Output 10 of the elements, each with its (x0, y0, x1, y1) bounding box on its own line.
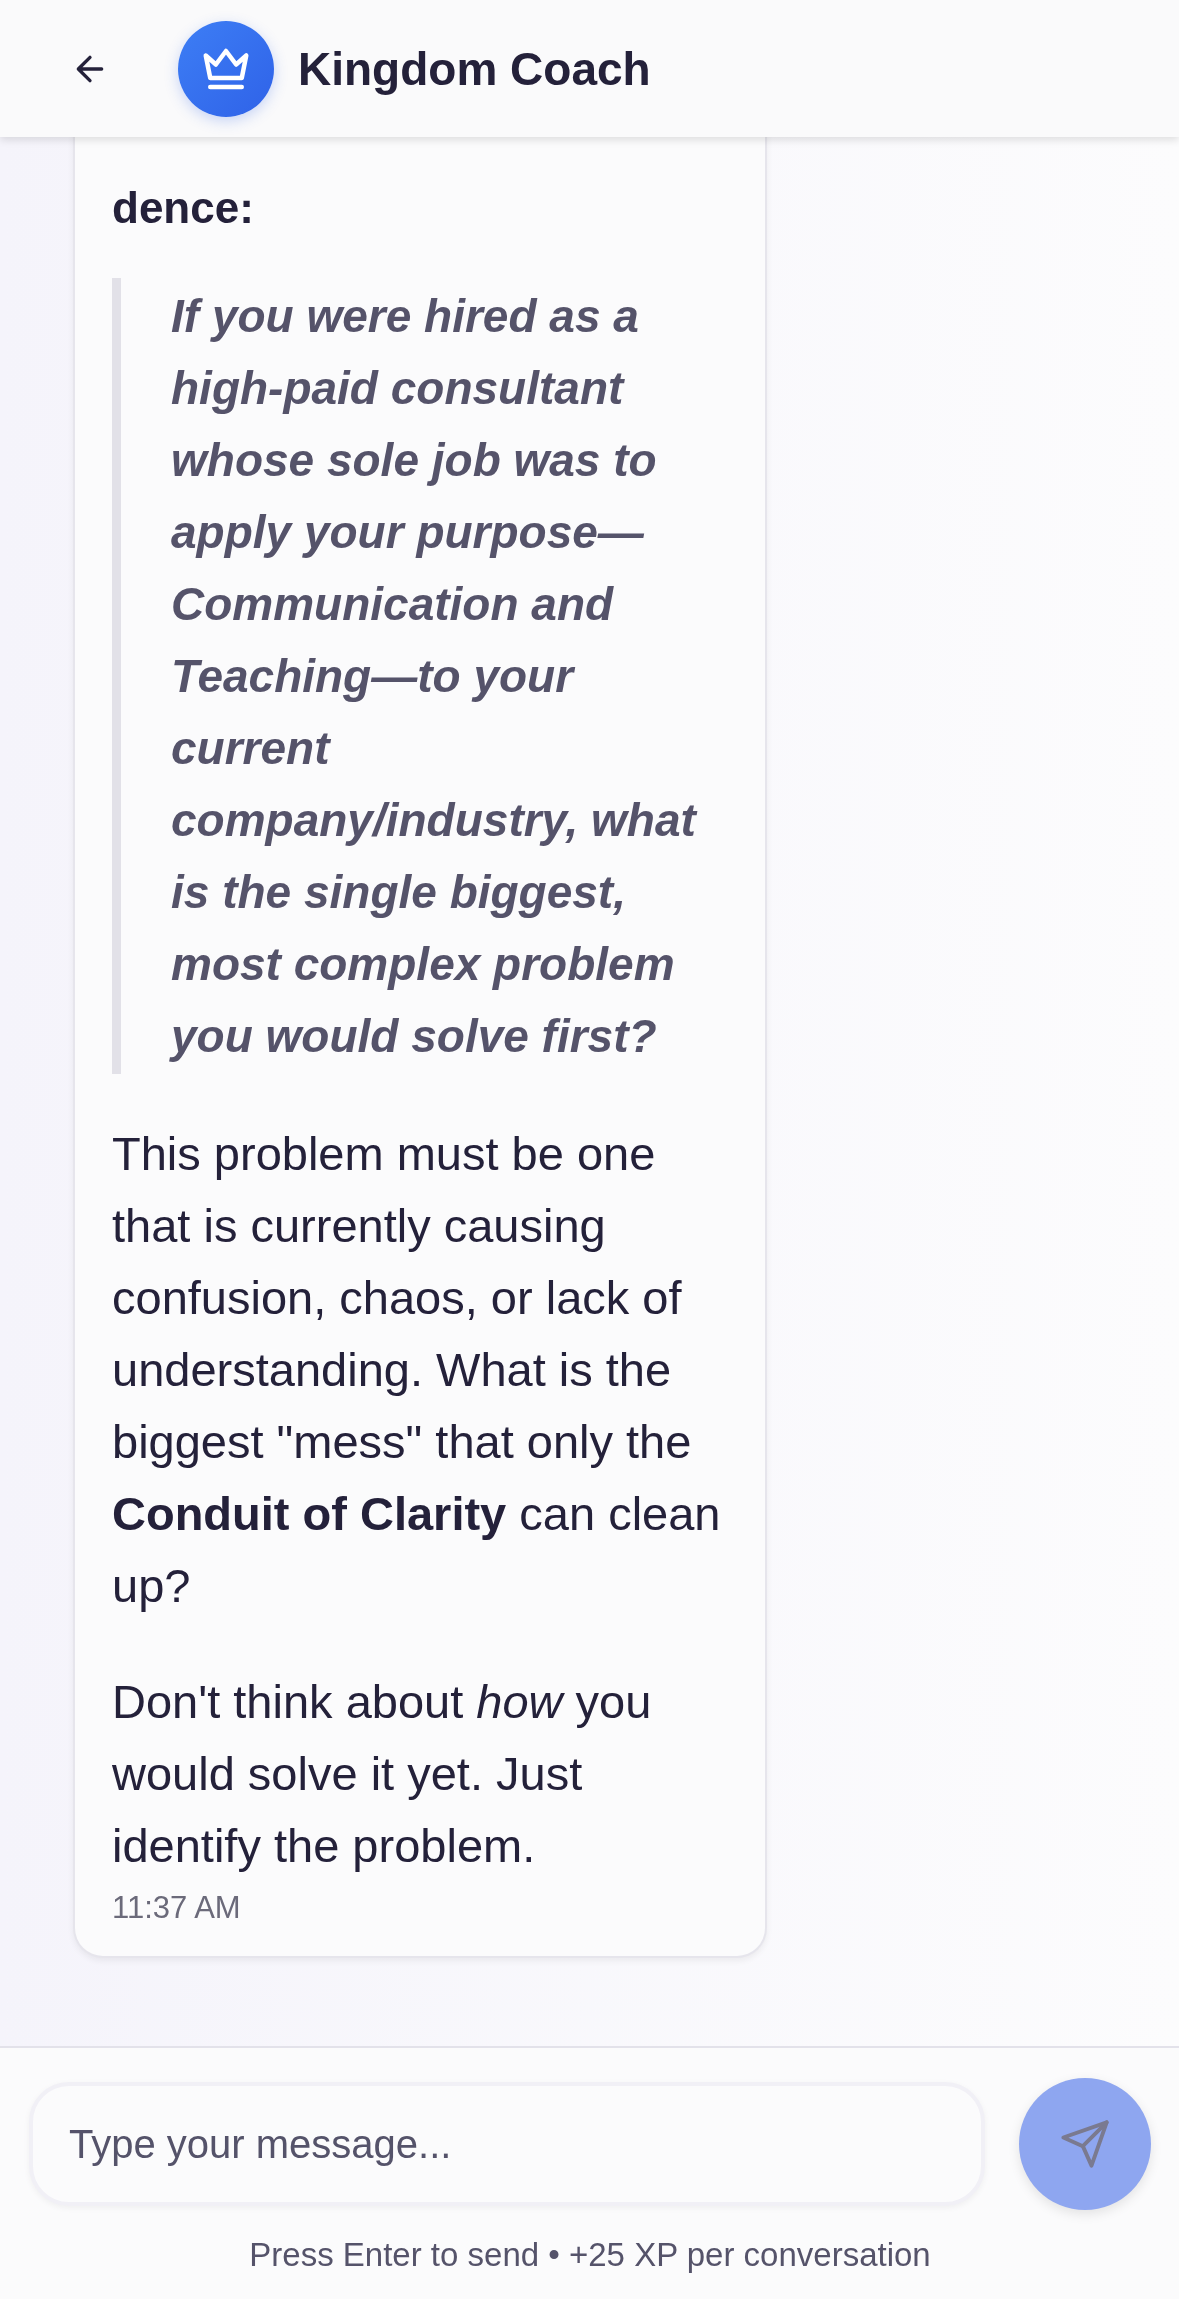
send-icon (1059, 2118, 1111, 2170)
message-text: dence: (112, 182, 255, 234)
message-input-field[interactable]: Type your message... (29, 2082, 985, 2206)
chat-title: Kingdom Coach (298, 41, 651, 96)
message-text: This problem must be one that is currently causing confusion, chaos, or lack of understanding. What is the biggest "mess" that only the Conduit of Clarity can clean up? (112, 1126, 722, 1614)
message-time: 11:37 AM (112, 1890, 242, 1926)
crown-avatar-icon (178, 20, 274, 117)
quote-text: If you were hired as a high-paid consultant whose sole job was to apply your purpose—Communication and Teaching—to your current company/industry, what is the single biggest, most complex problem you would solve first? (112, 278, 729, 1074)
message-text: Don't think about how you would solve it yet. Just identify the problem. (112, 1674, 653, 1874)
hint-text: Press Enter to send • +25 XP per conversation (249, 2236, 931, 2274)
